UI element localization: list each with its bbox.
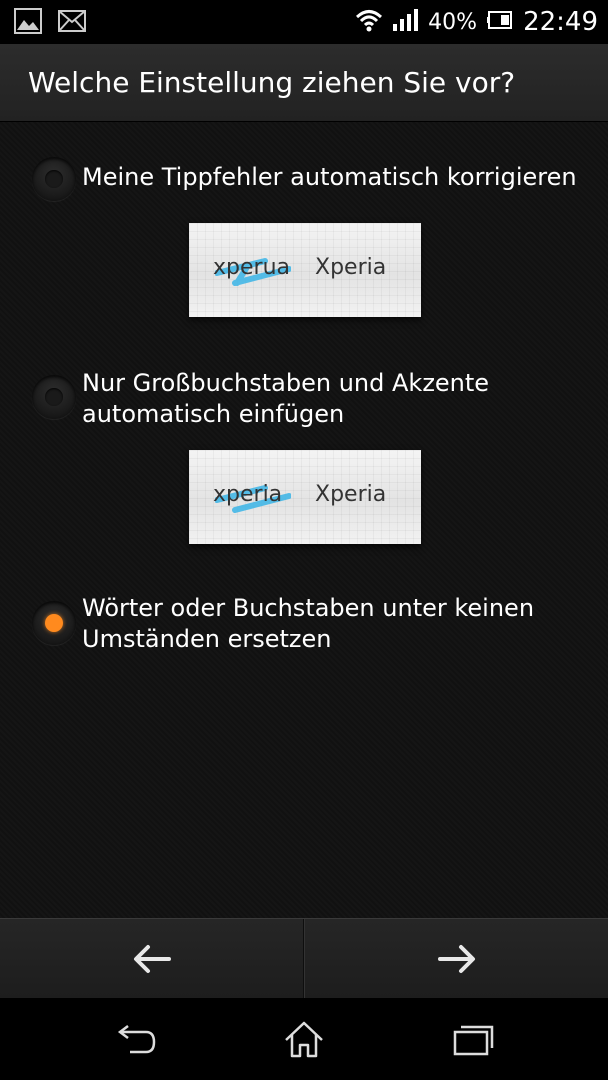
page-title: Welche Einstellung ziehen Sie vor?	[28, 66, 516, 99]
sample-image-autocorrect: xperua Xperia	[189, 223, 421, 317]
email-icon	[58, 8, 86, 38]
option-label[interactable]: Wörter oder Buchstaben unter keinen Umst…	[82, 593, 592, 655]
recent-apps-icon[interactable]	[452, 1018, 496, 1062]
sample-correct-word: Xperia	[315, 255, 387, 280]
back-button[interactable]	[0, 919, 303, 999]
home-icon[interactable]	[282, 1018, 326, 1062]
gallery-icon	[14, 8, 42, 38]
wifi-icon	[356, 8, 383, 36]
sample-image-capitalization: xperia Xperia	[189, 450, 421, 544]
clock: 22:49	[523, 7, 598, 37]
options-panel: Meine Tippfehler automatisch korrigieren…	[0, 122, 608, 918]
radio-never-replace[interactable]	[32, 601, 76, 645]
next-button[interactable]	[305, 919, 608, 999]
back-icon[interactable]	[114, 1018, 158, 1062]
battery-icon	[487, 10, 513, 34]
sample-wrong-word: xperia	[213, 482, 283, 507]
radio-capitalization[interactable]	[32, 375, 76, 419]
status-bar: 40% 22:49	[0, 0, 608, 44]
title-bar: Welche Einstellung ziehen Sie vor?	[0, 44, 608, 122]
option-label[interactable]: Meine Tippfehler automatisch korrigieren	[82, 162, 592, 193]
battery-percent: 40%	[428, 9, 478, 35]
wizard-nav-bar	[0, 918, 608, 999]
arrow-left-icon	[133, 945, 171, 973]
signal-icon	[392, 8, 419, 36]
radio-autocorrect[interactable]	[32, 157, 76, 201]
option-label[interactable]: Nur Großbuchstaben und Akzente automatis…	[82, 368, 592, 430]
system-nav-bar	[0, 998, 608, 1080]
arrow-right-icon	[437, 945, 475, 973]
sample-correct-word: Xperia	[315, 482, 387, 507]
sample-wrong-word: xperua	[213, 255, 290, 280]
